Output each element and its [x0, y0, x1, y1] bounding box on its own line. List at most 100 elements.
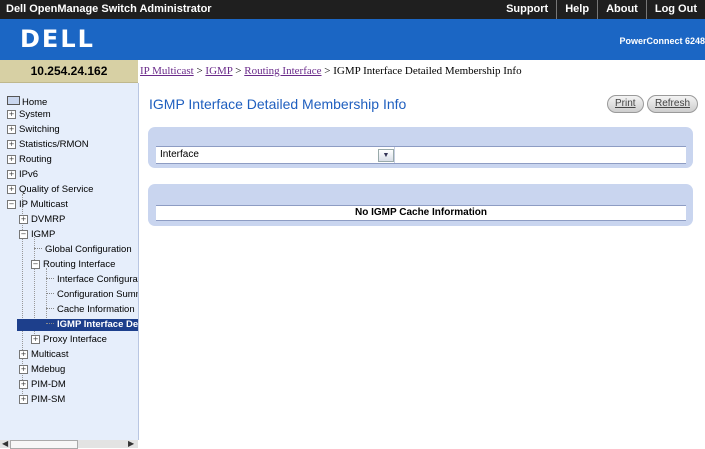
home-icon [7, 96, 20, 105]
breadcrumb-separator: > [193, 65, 206, 77]
collapse-icon[interactable]: − [31, 260, 40, 269]
tree-connector [46, 323, 54, 324]
sidebar-item-configuration-summary[interactable]: Configuration Summary [46, 289, 138, 301]
ip-address-box: 10.254.24.162 [0, 60, 138, 83]
sidebar-item-ipv6[interactable]: + IPv6 [7, 169, 38, 181]
sidebar-item-statistics[interactable]: + Statistics/RMON [7, 139, 89, 151]
dell-logo: DELL [20, 25, 95, 53]
sidebar-item-global-configuration[interactable]: Global Configuration [34, 244, 132, 256]
sidebar-item-label: Cache Information [57, 304, 135, 315]
expand-icon[interactable]: + [7, 170, 16, 179]
sidebar-item-igmp-interface-detail[interactable]: IGMP Interface Detailed Membership Info [17, 319, 139, 331]
breadcrumb-separator: > [321, 65, 334, 77]
sidebar-item-mdebug[interactable]: + Mdebug [19, 364, 65, 376]
expand-icon[interactable]: + [19, 380, 28, 389]
sidebar-item-home[interactable]: Home [7, 96, 47, 109]
sidebar-item-label: Statistics/RMON [19, 139, 89, 150]
interface-panel: Interface ▼ [148, 127, 693, 168]
sidebar-item-routing-interface[interactable]: − Routing Interface [31, 259, 115, 271]
tree-connector [46, 308, 54, 309]
expand-icon[interactable]: + [31, 335, 40, 344]
cache-info-panel: No IGMP Cache Information [148, 184, 693, 226]
brand-bar: DELL PowerConnect 6248 [0, 19, 705, 60]
sidebar-item-interface-configuration[interactable]: Interface Configuration [46, 274, 138, 286]
interface-select[interactable]: ▼ [378, 149, 394, 162]
expand-icon[interactable]: + [19, 350, 28, 359]
expand-icon[interactable]: + [7, 155, 16, 164]
tree-connector [34, 248, 42, 249]
sidebar-item-label: Routing [19, 154, 52, 165]
no-cache-row: No IGMP Cache Information [156, 205, 686, 221]
sidebar-item-label: PIM-SM [31, 394, 66, 405]
sidebar-item-routing[interactable]: + Routing [7, 154, 52, 166]
logout-link[interactable]: Log Out [645, 0, 705, 19]
sidebar-item-label: Switching [19, 124, 60, 135]
expand-icon[interactable]: + [7, 185, 16, 194]
refresh-button[interactable]: Refresh [647, 95, 699, 113]
collapse-icon[interactable]: − [7, 200, 16, 209]
sidebar-item-label: Routing Interface [43, 259, 116, 270]
sidebar-item-igmp[interactable]: − IGMP [19, 229, 55, 241]
chevron-down-icon: ▼ [382, 152, 390, 159]
column-divider [394, 147, 395, 163]
sidebar-item-label: Interface Configuration [57, 274, 138, 285]
expand-icon[interactable]: + [7, 125, 16, 134]
top-bar: Dell OpenManage Switch Administrator Sup… [0, 0, 705, 19]
tree-connector [46, 278, 54, 279]
sidebar-item-pim-sm[interactable]: + PIM-SM [19, 394, 65, 406]
breadcrumb-separator: > [232, 65, 245, 77]
breadcrumb: IP Multicast > IGMP > Routing Interface … [140, 60, 522, 82]
collapse-icon[interactable]: − [19, 230, 28, 239]
expand-icon[interactable]: + [19, 215, 28, 224]
sidebar-nav-tree: Home + System + Switching + Statistics/RMON… [0, 83, 139, 440]
sidebar-item-label: DVMRP [31, 214, 66, 225]
sidebar-item-switching[interactable]: + Switching [7, 124, 60, 136]
ip-address: 10.254.24.162 [30, 64, 108, 78]
sidebar-item-proxy-interface[interactable]: + Proxy Interface [31, 334, 107, 346]
expand-icon[interactable]: + [7, 110, 16, 119]
breadcrumb-ip-multicast[interactable]: IP Multicast [140, 65, 194, 77]
sidebar-item-cache-information[interactable]: Cache Information [46, 304, 135, 316]
sidebar-item-label: IP Multicast [19, 199, 68, 210]
support-link[interactable]: Support [498, 0, 556, 19]
product-name: PowerConnect 6248 [619, 36, 705, 46]
breadcrumb-igmp[interactable]: IGMP [205, 65, 232, 77]
about-link[interactable]: About [597, 0, 646, 19]
interface-row: Interface ▼ [156, 146, 686, 164]
sidebar-item-ip-multicast[interactable]: − IP Multicast [7, 199, 68, 211]
top-links: Support Help About Log Out [498, 0, 705, 19]
expand-icon[interactable]: + [19, 395, 28, 404]
sidebar-item-label: Global Configuration [45, 244, 132, 255]
sidebar-item-label: Quality of Service [19, 184, 94, 195]
help-link[interactable]: Help [556, 0, 597, 19]
sidebar-item-label: System [19, 109, 51, 120]
tree-connector [46, 293, 54, 294]
sidebar-item-label: Configuration Summary [57, 289, 138, 300]
sidebar-item-pim-dm[interactable]: + PIM-DM [19, 379, 66, 391]
breadcrumb-routing-interface[interactable]: Routing Interface [244, 65, 321, 77]
sidebar-item-label: IPv6 [19, 169, 39, 180]
sidebar-item-dvmrp[interactable]: + DVMRP [19, 214, 65, 226]
app-title: Dell OpenManage Switch Administrator [6, 3, 212, 15]
interface-label: Interface [160, 149, 199, 160]
expand-icon[interactable]: + [19, 365, 28, 374]
scroll-left-arrow-icon[interactable]: ◀ [2, 439, 8, 448]
breadcrumb-current: IGMP Interface Detailed Membership Info [333, 65, 522, 77]
page-title: IGMP Interface Detailed Membership Info [149, 96, 407, 112]
sidebar-item-label: IGMP [31, 229, 56, 240]
sidebar-item-label: Proxy Interface [43, 334, 107, 345]
sidebar-item-label: PIM-DM [31, 379, 66, 390]
sidebar-item-label: Multicast [31, 349, 69, 360]
sidebar-horizontal-scrollbar[interactable]: ◀ ▶ [0, 439, 138, 449]
scroll-right-arrow-icon[interactable]: ▶ [128, 439, 134, 448]
sidebar-item-multicast[interactable]: + Multicast [19, 349, 68, 361]
main-content: IGMP Interface Detailed Membership Info … [139, 83, 705, 448]
no-cache-message: No IGMP Cache Information [354, 207, 488, 218]
sidebar-item-label: IGMP Interface Detailed Membership Info [57, 319, 139, 330]
sidebar-item-label: Mdebug [31, 364, 66, 375]
expand-icon[interactable]: + [7, 140, 16, 149]
sidebar-item-system[interactable]: + System [7, 109, 51, 121]
sidebar-item-qos[interactable]: + Quality of Service [7, 184, 93, 196]
print-button[interactable]: Print [607, 95, 644, 113]
sidebar-item-label: Home [22, 97, 48, 108]
